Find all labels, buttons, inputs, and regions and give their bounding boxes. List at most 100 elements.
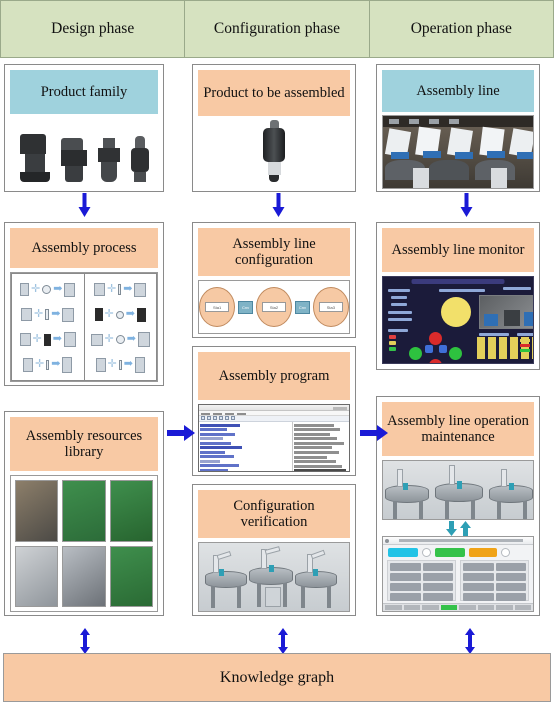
equipment-photo bbox=[109, 545, 153, 607]
process-step: ✛ ➡ bbox=[87, 305, 155, 324]
software-button-group-right[interactable] bbox=[460, 560, 529, 602]
software-button[interactable] bbox=[422, 583, 453, 592]
part-silhouette bbox=[19, 134, 50, 182]
arrow-up-icon bbox=[459, 520, 471, 536]
software-button[interactable] bbox=[495, 573, 526, 582]
software-button[interactable] bbox=[495, 583, 526, 592]
process-step: ✛ ➡ bbox=[14, 330, 82, 349]
hmi-indicator-green bbox=[449, 347, 462, 360]
mode-chip-cyan[interactable] bbox=[388, 548, 418, 558]
process-step: ✛ ➡ bbox=[87, 280, 155, 299]
software-button-group-left[interactable] bbox=[387, 560, 456, 602]
station-node-label: Sta1 bbox=[205, 302, 230, 312]
process-column: ✛ ➡ ✛ ➡ ✛ ➡ ✛ ➡ bbox=[83, 273, 157, 381]
software-button[interactable] bbox=[422, 593, 453, 602]
station-node-label: Sta3 bbox=[318, 302, 343, 312]
process-step: ✛ ➡ bbox=[14, 355, 82, 374]
station-node[interactable]: Sta1 bbox=[199, 287, 236, 327]
card-product-to-be-assembled[interactable]: Product to be assembled bbox=[192, 64, 356, 192]
software-button[interactable] bbox=[390, 563, 421, 572]
software-button[interactable] bbox=[390, 573, 421, 582]
conveyor-link-label: Cnv bbox=[242, 304, 250, 310]
phase-header-design: Design phase bbox=[0, 0, 186, 58]
software-button[interactable] bbox=[463, 593, 494, 602]
phase-label-design: Design phase bbox=[51, 20, 135, 37]
software-button[interactable] bbox=[463, 563, 494, 572]
media-assembly-step-diagram: ✛ ➡ ✛ ➡ ✛ ➡ ✛ ➡ ✛ ➡ ✛ ➡ ✛ ➡ ✛ ➡ bbox=[10, 272, 158, 382]
media-workstation-render-top bbox=[382, 460, 534, 520]
column-design: Product family Assembly process ✛ ➡ ✛ ➡ … bbox=[0, 58, 180, 628]
hmi-indicator-red bbox=[429, 359, 442, 363]
card-title-assembly-line: Assembly line bbox=[382, 70, 534, 112]
arrow-right-configuration-to-operation bbox=[360, 425, 388, 441]
station-node-label: Sta2 bbox=[262, 302, 286, 312]
card-assembly-line-configuration[interactable]: Assembly line configuration Sta1 Cnv Sta… bbox=[192, 222, 356, 338]
arrow-down-design-1 bbox=[78, 193, 91, 217]
media-product-part-silhouettes bbox=[10, 114, 158, 186]
software-button[interactable] bbox=[495, 563, 526, 572]
process-step: ✛ ➡ bbox=[14, 280, 82, 299]
program-canvas-pane bbox=[268, 421, 292, 471]
phase-header-configuration: Configuration phase bbox=[184, 0, 370, 58]
card-title-configuration-verification: Configuration verification bbox=[198, 490, 350, 538]
media-assembly-line-photo bbox=[382, 115, 534, 189]
mode-chip-orange[interactable] bbox=[469, 548, 497, 558]
card-product-family[interactable]: Product family bbox=[4, 64, 164, 192]
workstation-3d-scene bbox=[383, 461, 533, 519]
software-mode-chips[interactable] bbox=[383, 545, 533, 558]
media-hmi-dashboard-screenshot bbox=[382, 276, 534, 364]
conveyor-link[interactable]: Cnv bbox=[295, 300, 310, 314]
hmi-indicator-red bbox=[429, 332, 442, 345]
card-configuration-verification[interactable]: Configuration verification bbox=[192, 484, 356, 616]
column-configuration: Product to be assembled Assembly line co… bbox=[180, 58, 370, 628]
hmi-indicator-green bbox=[409, 347, 422, 360]
software-button[interactable] bbox=[495, 593, 526, 602]
software-button[interactable] bbox=[463, 583, 494, 592]
media-station-node-graph: Sta1 Cnv Sta2 Cnv Sta3 bbox=[198, 280, 350, 334]
column-operation: Assembly line Assembly line monitor Asse… bbox=[370, 58, 554, 628]
media-control-software-panel bbox=[382, 536, 534, 612]
media-equipment-photo-grid bbox=[10, 475, 158, 612]
mode-radio[interactable] bbox=[422, 548, 431, 558]
card-assembly-resources-library[interactable]: Assembly resources library bbox=[4, 411, 164, 616]
phase-header-operation: Operation phase bbox=[368, 0, 554, 58]
knowledge-graph-label: Knowledge graph bbox=[219, 668, 335, 686]
knowledge-graph-bar[interactable]: Knowledge graph bbox=[3, 653, 551, 702]
equipment-photo bbox=[15, 545, 59, 607]
hmi-dashboard bbox=[382, 276, 534, 364]
conveyor-link-label: Cnv bbox=[298, 304, 306, 310]
mode-radio[interactable] bbox=[501, 548, 510, 558]
card-assembly-line[interactable]: Assembly line bbox=[376, 64, 540, 192]
app-icon bbox=[385, 538, 389, 543]
arrow-right-design-to-configuration bbox=[167, 425, 195, 441]
phase-columns: Product family Assembly process ✛ ➡ ✛ ➡ … bbox=[0, 58, 554, 628]
software-button[interactable] bbox=[422, 573, 453, 582]
arrow-down-operation-1 bbox=[460, 193, 473, 217]
equipment-photo bbox=[109, 480, 153, 542]
part-silhouette bbox=[60, 138, 87, 182]
software-button[interactable] bbox=[390, 593, 421, 602]
program-code-pane[interactable] bbox=[199, 421, 268, 471]
media-single-product-render bbox=[198, 116, 350, 186]
control-software-window[interactable] bbox=[382, 536, 534, 612]
card-assembly-program[interactable]: Assembly program bbox=[192, 346, 356, 476]
mode-chip-green[interactable] bbox=[435, 548, 465, 558]
card-assembly-line-operation-maintenance[interactable]: Assembly line operation maintenance bbox=[376, 396, 540, 616]
conveyor-link[interactable]: Cnv bbox=[238, 300, 253, 314]
card-title-assembly-resources-library: Assembly resources library bbox=[10, 417, 158, 471]
software-button[interactable] bbox=[390, 583, 421, 592]
arrow-down-icon bbox=[445, 520, 457, 536]
software-statusbar bbox=[383, 603, 533, 611]
card-assembly-line-monitor[interactable]: Assembly line monitor bbox=[376, 222, 540, 370]
program-window-titlebar bbox=[199, 405, 349, 411]
card-assembly-process[interactable]: Assembly process ✛ ➡ ✛ ➡ ✛ ➡ ✛ ➡ ✛ ➡ ✛ ➡… bbox=[4, 222, 164, 386]
program-list-pane[interactable] bbox=[292, 421, 349, 471]
station-node[interactable]: Sta3 bbox=[312, 287, 349, 327]
software-button[interactable] bbox=[463, 573, 494, 582]
card-title-assembly-program: Assembly program bbox=[198, 352, 350, 400]
media-program-editor-screenshot bbox=[198, 404, 350, 472]
software-button[interactable] bbox=[422, 563, 453, 572]
process-step: ✛ ➡ bbox=[87, 330, 155, 349]
bidirectional-sync-arrows bbox=[382, 520, 534, 536]
station-node[interactable]: Sta2 bbox=[255, 287, 293, 327]
